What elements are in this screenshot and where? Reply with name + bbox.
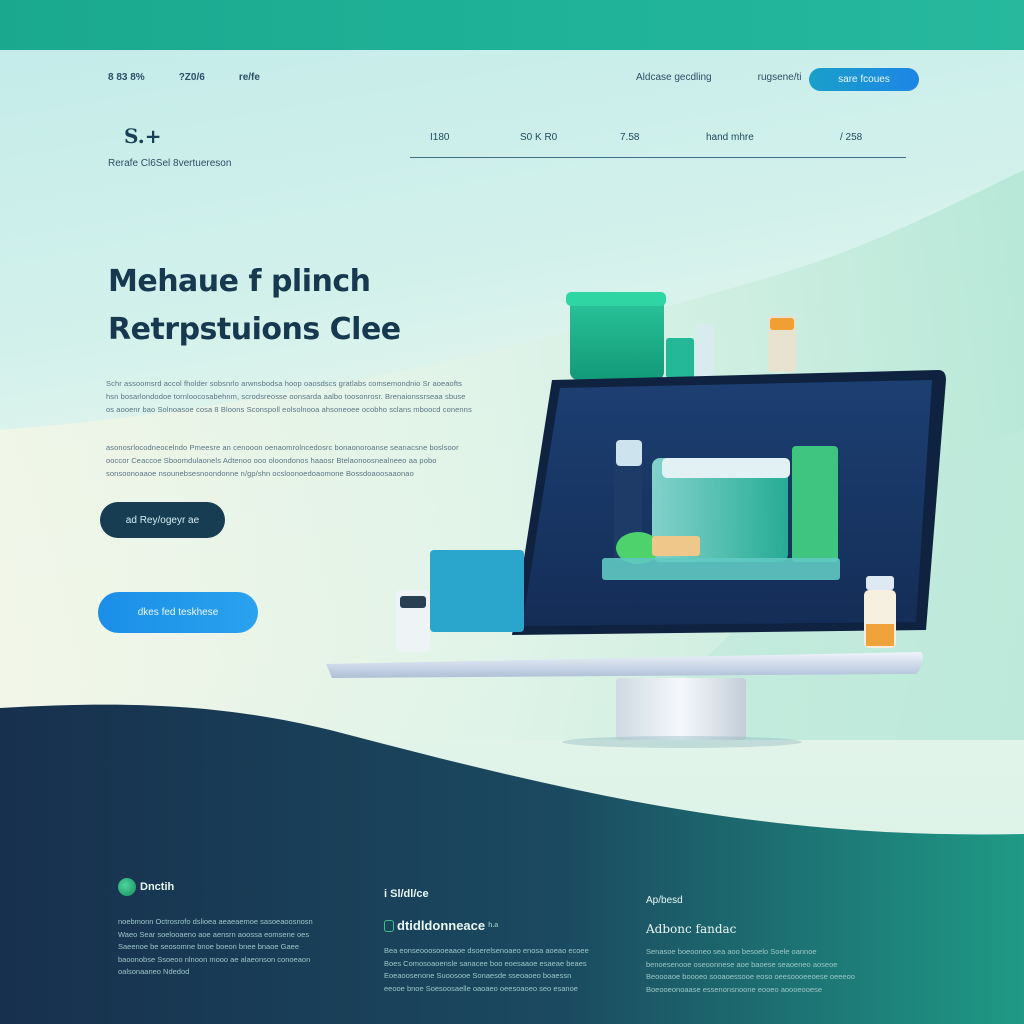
nav-link-5[interactable]: rugsene/ti [758, 72, 802, 83]
footer-col2-title: i Sl/dl/ce [384, 888, 429, 900]
footer-col3-text: Senasoe boeooneo sea aoo besoelo Soele o… [646, 947, 855, 994]
laptop-illustration [326, 292, 946, 748]
footer-col1-text: noebmonn Octrosrofo dslioea aeaeaemoe sa… [118, 917, 313, 976]
primary-blue-button[interactable]: dkes fed teskhese [98, 592, 258, 633]
metric-item: I180 [430, 132, 450, 143]
nav-link-4[interactable]: Aldcase gecdling [636, 72, 712, 83]
nav-left: 8 83 8% ?Z0/6 re/fe [108, 72, 260, 83]
footer-col2-subtitle-suffix: h.a [488, 922, 499, 929]
brand-tagline: Rerafe Cl6Sel 8vertuereson [108, 158, 232, 169]
nav-right: Aldcase gecdling rugsene/ti [636, 72, 802, 83]
metric-item: hand mhre [706, 132, 754, 143]
nav-link-1[interactable]: 8 83 8% [108, 72, 145, 83]
globe-icon [118, 878, 136, 896]
footer-col2-subtitle[interactable]: dtidldonneace [397, 918, 485, 933]
footer-column-2: i Sl/dl/ce dtidldonneace h.a Bea eonseoo… [384, 888, 594, 995]
footer-col3-title: Ap/besd [646, 895, 683, 906]
metric-item: 7.58 [620, 132, 640, 143]
footer-col2-text: Bea eonseooosooeaaoe dsoerelsenoaeo enos… [384, 946, 589, 993]
container-jar [570, 296, 664, 380]
header-cta-button[interactable]: sare fcoues [809, 68, 919, 91]
footer-col1-title[interactable]: Dnctih [140, 881, 174, 893]
metric-item: S0 K R0 [520, 132, 558, 143]
primary-dark-button[interactable]: ad Rey/ogeyr ae [100, 502, 225, 538]
metric-row: I180 S0 K R0 7.58 hand mhre / 258 [410, 132, 906, 158]
badge-icon [384, 919, 394, 932]
nav-link-3[interactable]: re/fe [239, 72, 260, 83]
footer-column-1: Dnctih noebmonn Octrosrofo dslioea aeaea… [118, 878, 333, 979]
brand-logo[interactable]: S.+ [124, 124, 161, 148]
footer-col2-subtitle-row: dtidldonneace h.a [384, 918, 594, 933]
top-bar [0, 0, 1024, 50]
footer-col3-subtitle[interactable]: Adbonc fandac [646, 922, 861, 936]
metric-item: / 258 [840, 132, 863, 143]
nav-link-2[interactable]: ?Z0/6 [179, 72, 205, 83]
footer-column-3: Ap/besd Adbonc fandac Senasoe boeooneo s… [646, 895, 861, 996]
